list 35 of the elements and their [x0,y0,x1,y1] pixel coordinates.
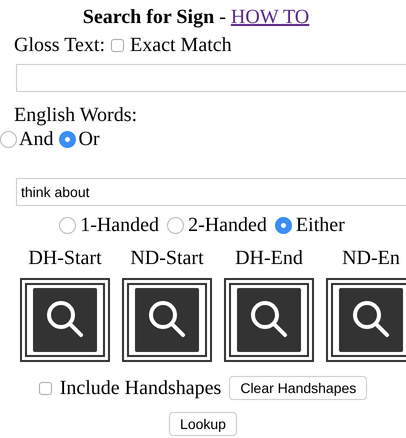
radio-button[interactable] [274,216,292,234]
checkbox-label: Exact Match [130,33,232,58]
handshape-label: DH-Start [28,246,102,270]
page-title: Search for Sign [82,6,214,28]
gloss-field[interactable] [16,64,406,92]
radio-label: Either [296,214,345,236]
radio-button[interactable] [59,130,76,148]
handshape-button[interactable] [326,278,406,362]
radio-label: And [19,128,54,150]
handshape-button[interactable] [224,278,314,362]
checkbox-label: Include Handshapes [60,376,222,400]
english-words-field[interactable]: think about [16,178,406,206]
search-icon [339,288,403,352]
checkbox[interactable] [38,382,52,394]
english-words-label: English Words: [14,103,138,128]
checkbox[interactable] [111,38,124,52]
radio-label: 2-Handed [188,214,267,236]
handshape-button[interactable] [20,278,110,362]
separator: - [219,6,226,28]
how-to-link[interactable]: HOW TO [230,6,310,28]
radio-button[interactable] [0,130,17,148]
gloss-label: Gloss Text: [14,33,106,58]
handshape-label: ND-Start [130,246,204,270]
search-icon [135,288,199,352]
handshape-label: ND-En [342,246,400,270]
handshape-button[interactable] [122,278,212,362]
radio-label: Or [78,128,100,150]
radio-button[interactable] [59,216,76,234]
search-icon [237,288,301,352]
search-icon [33,288,97,352]
clear-handshapes-button[interactable]: Clear Handshapes [229,376,368,400]
handshape-label: DH-End [235,246,303,270]
lookup-button[interactable]: Lookup [169,412,237,436]
radio-label: 1-Handed [80,214,160,236]
radio-button[interactable] [167,216,184,234]
